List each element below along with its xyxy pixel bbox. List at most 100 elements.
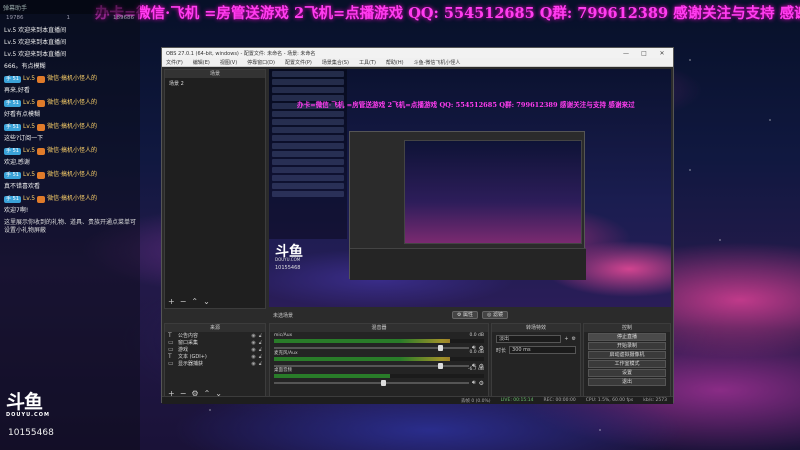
menu-item[interactable]: 编辑(E) bbox=[193, 59, 210, 66]
transition-duration-row: 时长 300 ms bbox=[496, 346, 576, 354]
chat-message: 手 51 Lv.5 微信·搞机小怪人的 bbox=[0, 145, 140, 157]
move-up-icon[interactable]: ⌃ bbox=[191, 297, 198, 306]
source-type-icon: ▭ bbox=[168, 360, 174, 367]
chat-user: Lv.5 bbox=[4, 27, 17, 34]
mixer-list: mic/Aux 0.0 dB 🔊︎ ⚙ 麦克风/Aux 0.0 dB 🔊︎ ⚙ 桌面音频 -6.7… bbox=[270, 332, 488, 387]
volume-slider[interactable] bbox=[274, 380, 469, 386]
chat-user: Lv.5 bbox=[4, 51, 17, 58]
close-icon[interactable]: ✕ bbox=[655, 50, 669, 57]
volume-knob[interactable] bbox=[437, 363, 443, 369]
menu-item[interactable]: 帮助(H) bbox=[386, 59, 404, 66]
eye-icon[interactable]: ◉ bbox=[251, 340, 255, 346]
move-down-icon[interactable]: ⌄ bbox=[203, 297, 210, 306]
lock-icon[interactable]: 🔓︎ bbox=[259, 340, 262, 346]
control-button[interactable]: 停止直播 bbox=[588, 333, 666, 341]
lock-icon[interactable]: 🔓︎ bbox=[259, 361, 262, 367]
filters-button[interactable]: ◎ 滤镜 bbox=[482, 311, 509, 319]
volume-meter bbox=[274, 357, 484, 361]
obs-body: 场景 场景 2 + − ⌃ ⌄ 办卡=微信·飞机 =房管送游戏 2飞机=点播游戏… bbox=[162, 67, 673, 404]
source-name: 游戏 bbox=[178, 347, 189, 353]
control-button[interactable]: 开始录制 bbox=[588, 342, 666, 350]
source-item[interactable]: T 公告内容 ◉ 🔓︎ bbox=[165, 332, 265, 339]
chat-user: Lv.5 bbox=[22, 147, 36, 154]
obs-titlebar: OBS 27.0.1 (64-bit, windows) - 配置文件: 未命名… bbox=[162, 48, 673, 58]
mixer-dock: 混音器 mic/Aux 0.0 dB 🔊︎ ⚙ 麦克风/Aux 0.0 dB 🔊︎ ⚙ 桌面音频… bbox=[269, 323, 489, 401]
volume-slider[interactable] bbox=[274, 345, 469, 351]
mixer-dock-title: 混音器 bbox=[270, 324, 488, 332]
source-item[interactable]: ▭ 窗口采集 ◉ 🔓︎ bbox=[165, 339, 265, 346]
control-button[interactable]: 退出 bbox=[588, 378, 666, 386]
menu-item[interactable]: 场景集合(S) bbox=[322, 59, 349, 66]
remove-icon[interactable]: − bbox=[180, 297, 187, 306]
volume-knob[interactable] bbox=[437, 345, 443, 351]
preview-room-id: 10155468 bbox=[275, 265, 301, 271]
chat-message: Lv.5 欢迎来到本直播间 bbox=[0, 25, 140, 37]
sources-dock: 来源 T 公告内容 ◉ 🔓︎ ▭ 窗口采集 ◉ 🔓︎ ▭ 游戏 ◉ 🔓︎ T 文本 (GDI+) ◉ 🔓︎ ▭ 显… bbox=[164, 323, 266, 401]
menu-item[interactable]: 工具(T) bbox=[359, 59, 376, 66]
transition-settings-icon[interactable]: ⚙ bbox=[572, 336, 576, 342]
chat-stat-hot: 189686 bbox=[113, 15, 134, 21]
eye-icon[interactable]: ◉ bbox=[251, 361, 255, 367]
douyu-logo: 斗鱼 DOUYU.COM bbox=[6, 392, 50, 418]
chat-message-list: Lv.5 欢迎来到本直播间 Lv.5 欢迎来到本直播间 Lv.5 欢迎来到本直播间 666。… bbox=[0, 25, 140, 217]
chat-user: Lv.5 bbox=[22, 195, 36, 202]
duration-label: 时长 bbox=[496, 347, 507, 354]
controls-dock-title: 控制 bbox=[584, 324, 670, 332]
control-button[interactable]: 启动虚拟摄像机 bbox=[588, 351, 666, 359]
source-type-icon: T bbox=[168, 332, 172, 339]
gear-icon[interactable]: ⚙ bbox=[479, 380, 484, 387]
chat-text: 欢迎来到本直播间 bbox=[18, 51, 67, 58]
eye-icon[interactable]: ◉ bbox=[251, 354, 255, 360]
preview-chat-overlay bbox=[269, 69, 347, 239]
menu-item[interactable]: 配置文件(P) bbox=[285, 59, 312, 66]
eye-icon[interactable]: ◉ bbox=[251, 333, 255, 339]
gift-icon bbox=[37, 123, 46, 131]
source-type-icon: ▭ bbox=[168, 339, 174, 346]
mixer-channel-db: -6.7 dB bbox=[467, 367, 484, 372]
chat-text: 欢迎来到本直播间 bbox=[18, 39, 67, 46]
menu-item[interactable]: 斗鱼-微信飞机小怪人 bbox=[414, 59, 461, 66]
maximize-icon[interactable]: □ bbox=[637, 50, 651, 57]
menu-item[interactable]: 停靠窗口(D) bbox=[247, 59, 275, 66]
chat-message: 再来,好看 bbox=[0, 85, 140, 97]
volume-slider[interactable] bbox=[274, 363, 469, 369]
eye-icon[interactable]: ◉ bbox=[251, 347, 255, 353]
controls-list: 停止直播 开始录制 启动虚拟摄像机 工作室模式 设置 退出 bbox=[584, 333, 670, 386]
source-toolbar: 未选场景 ⚙ 属性 ◎ 滤镜 bbox=[269, 310, 671, 320]
chat-user: 这些?订阅一下 bbox=[4, 135, 44, 142]
add-icon[interactable]: + bbox=[168, 297, 175, 306]
chat-note: 这里展示你收到的礼物、道具、贵族开通点菜单可设置小礼物屏蔽 bbox=[4, 219, 137, 234]
control-button[interactable]: 工作室模式 bbox=[588, 360, 666, 368]
source-item[interactable]: ▭ 游戏 ◉ 🔓︎ bbox=[165, 346, 265, 353]
gift-icon bbox=[37, 171, 46, 179]
source-item[interactable]: ▭ 显示器捕获 ◉ 🔓︎ bbox=[165, 360, 265, 367]
mixer-channel: 麦克风/Aux 0.0 dB 🔊︎ ⚙ bbox=[270, 349, 488, 370]
duration-input[interactable]: 300 ms bbox=[509, 346, 576, 354]
lock-icon[interactable]: 🔓︎ bbox=[259, 354, 262, 360]
mixer-channel-db: 0.0 dB bbox=[469, 333, 484, 338]
volume-knob[interactable] bbox=[381, 380, 387, 386]
source-item[interactable]: T 文本 (GDI+) ◉ 🔓︎ bbox=[165, 353, 265, 360]
chat-header: 弹幕助手 bbox=[0, 0, 140, 14]
obs-preview[interactable]: 办卡=微信·飞机 =房管送游戏 2飞机=点播游戏 QQ: 554512685 Q… bbox=[269, 69, 671, 307]
minimize-icon[interactable]: — bbox=[619, 50, 633, 57]
mixer-channel: 桌面音频 -6.7 dB 🔊︎ ⚙ bbox=[270, 366, 488, 387]
chat-user: Lv.5 bbox=[22, 171, 36, 178]
transitions-dock: 转场特效 淡出 + ⚙ 时长 300 ms bbox=[491, 323, 581, 401]
control-button[interactable]: 设置 bbox=[588, 369, 666, 377]
menu-item[interactable]: 视图(V) bbox=[220, 59, 237, 66]
lock-icon[interactable]: 🔓︎ bbox=[259, 333, 262, 339]
source-name: 文本 (GDI+) bbox=[178, 354, 207, 360]
chat-stat-count: 1 bbox=[66, 15, 71, 21]
scene-item[interactable]: 场景 2 bbox=[165, 78, 265, 89]
transition-select[interactable]: 淡出 bbox=[496, 335, 562, 343]
lock-icon[interactable]: 🔓︎ bbox=[259, 347, 262, 353]
menu-item[interactable]: 文件(F) bbox=[166, 59, 183, 66]
scenes-panel-title: 场景 bbox=[165, 70, 265, 78]
properties-button[interactable]: ⚙ 属性 bbox=[451, 311, 479, 319]
controls-dock: 控制 停止直播 开始录制 启动虚拟摄像机 工作室模式 设置 退出 bbox=[583, 323, 671, 401]
speaker-icon[interactable]: 🔊︎ bbox=[472, 379, 476, 387]
add-transition-icon[interactable]: + bbox=[564, 336, 568, 342]
fan-badge: 手 51 bbox=[4, 123, 21, 131]
preview-nested-canvas bbox=[404, 140, 582, 244]
